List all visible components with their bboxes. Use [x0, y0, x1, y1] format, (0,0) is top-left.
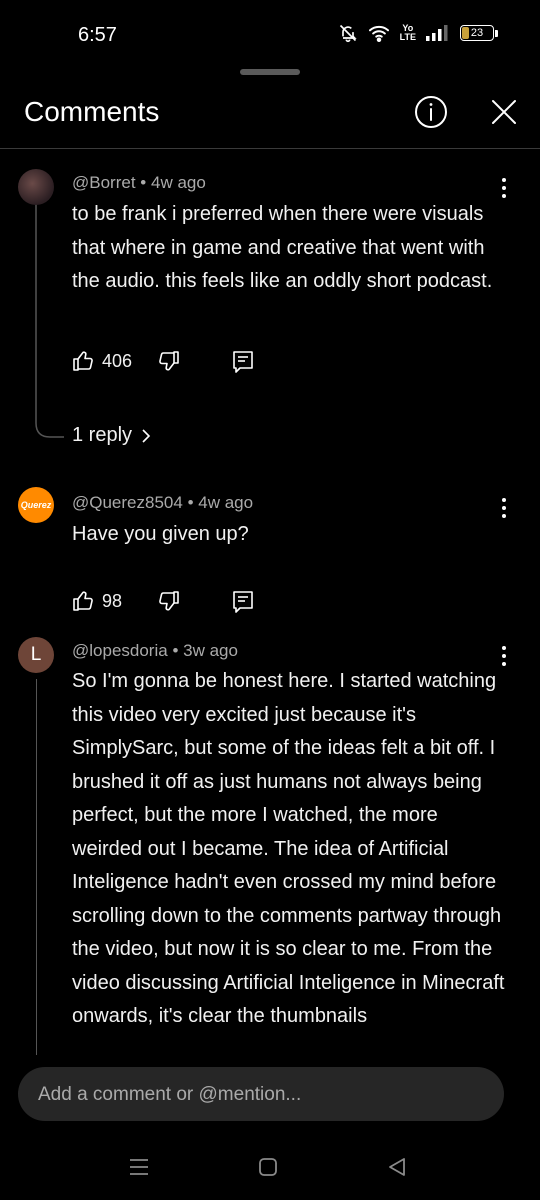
comments-header: Comments: [0, 88, 540, 149]
comment-actions: 98: [72, 589, 272, 619]
comment-author[interactable]: @lopesdoria: [72, 641, 168, 660]
meta-separator: •: [172, 641, 179, 660]
replies-link[interactable]: 1 reply: [72, 424, 152, 447]
home-icon: [259, 1158, 277, 1176]
avatar-text: Querez: [20, 500, 52, 510]
home-button[interactable]: [258, 1156, 278, 1183]
comment-input[interactable]: [36, 1067, 490, 1123]
comment-actions: 406: [72, 349, 272, 379]
system-nav-bar: [0, 1140, 540, 1200]
like-count: 406: [102, 350, 133, 371]
reply-icon: [233, 351, 253, 373]
like-count: 98: [102, 590, 123, 611]
comment-time: 4w ago: [150, 173, 206, 192]
bell-off-icon: [338, 23, 358, 43]
back-button[interactable]: [386, 1156, 408, 1183]
comment-menu-button[interactable]: [496, 644, 512, 668]
dislike-button[interactable]: [156, 589, 180, 618]
avatar[interactable]: Querez: [18, 487, 54, 523]
comment-meta: @lopesdoria • 3w ago: [72, 641, 238, 661]
status-time: 6:57: [78, 24, 117, 46]
comments-list[interactable]: @Borret • 4w ago to be frank i preferred…: [0, 149, 540, 1055]
close-button[interactable]: [488, 96, 520, 128]
status-bar: 6:57 Yo LTE 23: [0, 0, 540, 70]
thumbs-up-icon: [73, 591, 93, 611]
comment-meta: @Querez8504 • 4w ago: [72, 493, 253, 513]
thumbs-down-icon: [159, 351, 179, 371]
comment-text: to be frank i preferred when there were …: [72, 203, 493, 292]
recent-apps-button[interactable]: [128, 1156, 150, 1183]
replies-count-label: 1 reply: [72, 424, 133, 446]
info-button[interactable]: [414, 95, 448, 129]
comment-text: Have you given up?: [72, 523, 249, 545]
avatar[interactable]: L: [18, 637, 54, 673]
volte-icon: Yo LTE: [400, 24, 416, 42]
more-vert-icon: [502, 646, 506, 666]
more-vert-icon: [502, 498, 506, 518]
drag-handle[interactable]: [240, 69, 300, 75]
close-icon: [492, 100, 516, 124]
battery-percent: 23: [470, 27, 484, 39]
comment-meta: @Borret • 4w ago: [72, 173, 206, 193]
like-button[interactable]: 406: [72, 349, 132, 373]
avatar[interactable]: [18, 169, 54, 205]
like-button[interactable]: 98: [72, 589, 122, 613]
meta-separator: •: [140, 173, 147, 192]
avatar-text: L: [30, 644, 42, 665]
chevron-right-icon: [142, 428, 151, 443]
menu-icon: [130, 1159, 148, 1175]
reply-button[interactable]: [232, 590, 254, 619]
volte-label-bottom: LTE: [399, 32, 416, 42]
battery-icon: 23: [460, 25, 498, 41]
reply-icon: [233, 591, 253, 613]
info-icon: [415, 96, 447, 128]
comment-composer[interactable]: [18, 1067, 504, 1123]
meta-separator: •: [187, 493, 194, 512]
status-icons: Yo LTE 23: [338, 23, 498, 43]
page-title: Comments: [24, 96, 160, 127]
more-vert-icon: [502, 178, 506, 198]
thumbs-down-icon: [159, 591, 179, 611]
comment-author[interactable]: @Borret: [72, 173, 136, 192]
thread-line: [36, 679, 37, 1055]
comment-text: So I'm gonna be honest here. I started w…: [72, 670, 505, 1027]
comment-time: 3w ago: [183, 641, 238, 660]
reply-button[interactable]: [232, 350, 254, 379]
comment-menu-button[interactable]: [496, 496, 512, 520]
signal-icon: [426, 25, 450, 41]
back-icon: [389, 1158, 405, 1176]
thumbs-up-icon: [73, 351, 93, 371]
comment-author[interactable]: @Querez8504: [72, 493, 183, 512]
wifi-icon: [368, 24, 390, 42]
battery-fill: [462, 27, 470, 39]
comment-time: 4w ago: [198, 493, 254, 512]
thread-line: [35, 201, 64, 438]
dislike-button[interactable]: [156, 349, 180, 378]
comment-menu-button[interactable]: [496, 176, 512, 200]
